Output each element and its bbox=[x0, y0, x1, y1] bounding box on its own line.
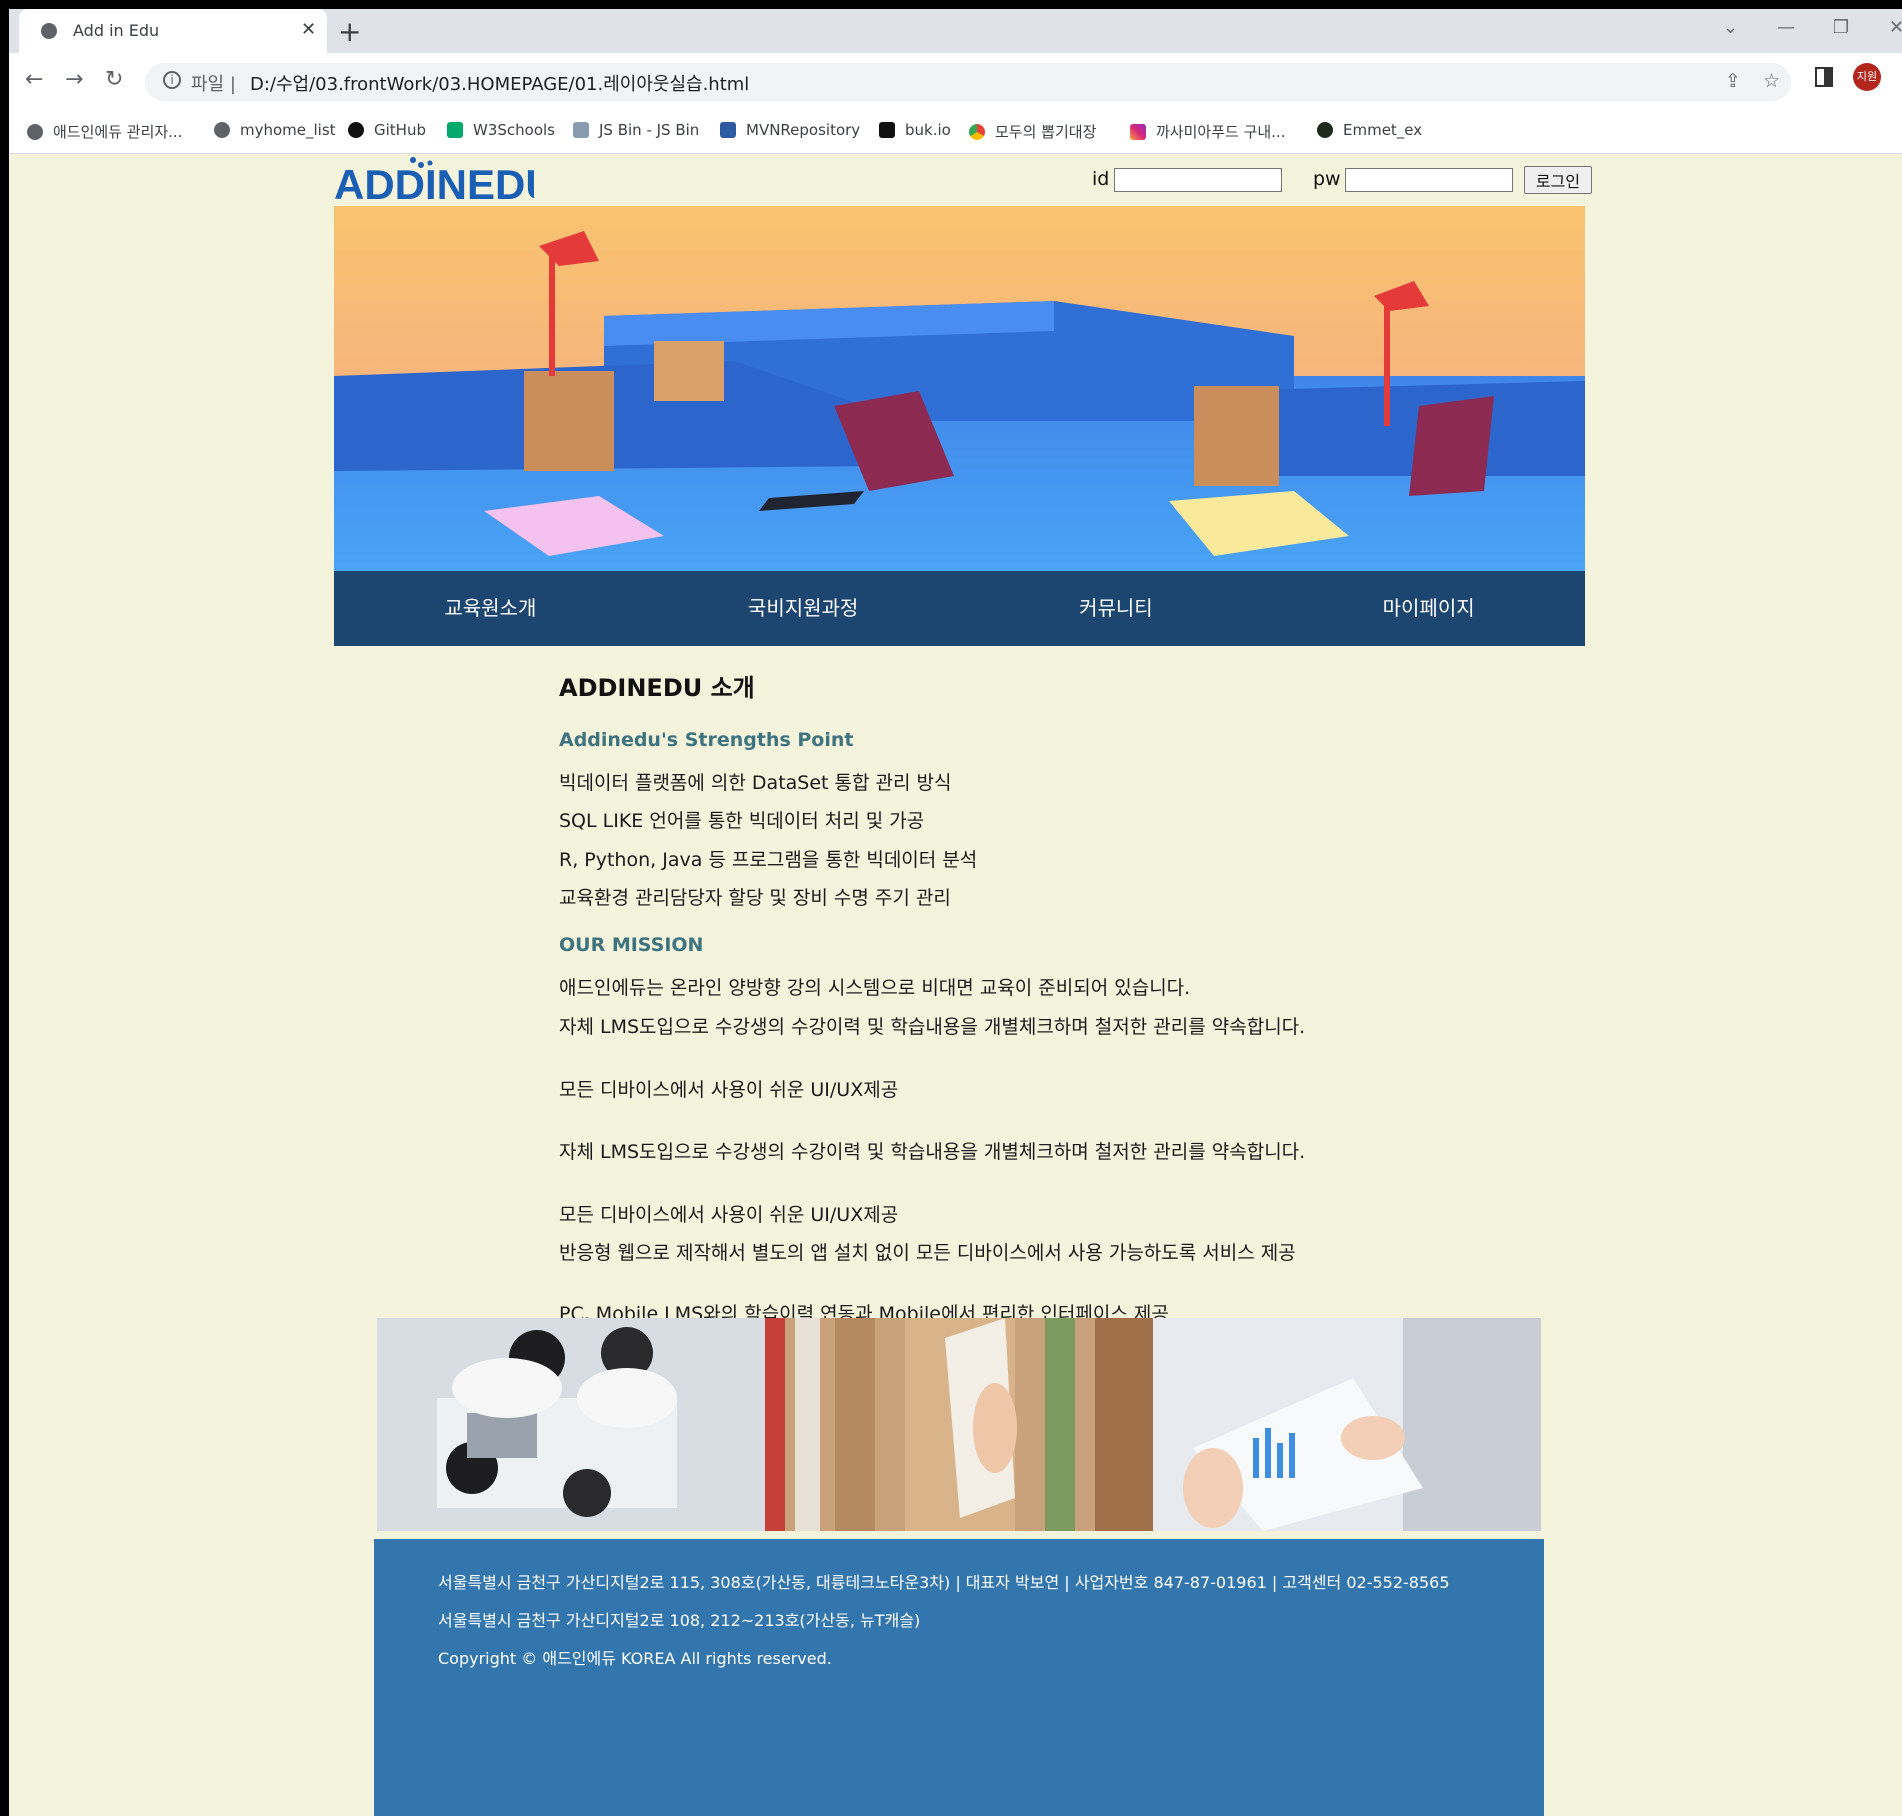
pw-label: pw bbox=[1313, 168, 1341, 190]
footer-address: 서울특별시 금천구 가산디지털2로 108, 212~213호(가산동, 뉴T캐… bbox=[438, 1611, 921, 1630]
logo-dot bbox=[418, 162, 424, 168]
footer: 서울특별시 금천구 가산디지털2로 115, 308호(가산동, 대륭테크노타운… bbox=[374, 1539, 1544, 1816]
browser-tab[interactable]: Add in Edu ✕ bbox=[19, 9, 327, 53]
restore-icon[interactable]: ❐ bbox=[1833, 17, 1849, 38]
instagram-icon bbox=[1130, 124, 1146, 140]
mission-item: 애드인에듀는 온라인 양방향 강의 시스템으로 비대면 교육이 준비되어 있습니… bbox=[559, 977, 1191, 999]
bookmarks-bar: 애드인에듀 관리자... myhome_list GitHub W3School… bbox=[9, 109, 1902, 154]
globe-icon bbox=[27, 124, 43, 140]
menu-icon[interactable]: ⋮ bbox=[1897, 67, 1902, 88]
footer-copyright: Copyright © 애드인에듀 KOREA All rights reser… bbox=[438, 1649, 832, 1668]
browser-toolbar: ← → ↻ i 파일 | D:/수업/03.frontWork/03.HOMEP… bbox=[9, 53, 1902, 109]
logo-dot bbox=[410, 157, 416, 163]
bookmark-item[interactable]: 모두의 뽑기대장 bbox=[969, 121, 1096, 142]
id-label: id bbox=[1092, 168, 1110, 190]
bukio-icon bbox=[879, 122, 895, 138]
strength-item: 교육환경 관리담당자 할당 및 장비 수명 주기 관리 bbox=[559, 887, 951, 909]
mission-heading: OUR MISSION bbox=[559, 934, 704, 956]
side-panel-icon[interactable] bbox=[1815, 67, 1833, 87]
mvn-icon bbox=[720, 122, 736, 138]
mission-item: 반응형 웹으로 제작해서 별도의 앱 설치 없이 모든 디바이스에서 사용 가능… bbox=[559, 1242, 1296, 1264]
bookmark-item[interactable]: JS Bin - JS Bin bbox=[573, 121, 699, 139]
tab-title: Add in Edu bbox=[73, 21, 160, 40]
banner-image bbox=[334, 206, 1585, 571]
share-icon[interactable]: ⇪ bbox=[1725, 70, 1741, 92]
strength-item: R, Python, Java 등 프로그램을 통한 빅데이터 분석 bbox=[559, 849, 978, 871]
emmet-icon bbox=[1317, 122, 1333, 138]
pw-input[interactable] bbox=[1345, 168, 1513, 192]
bookmark-item[interactable]: 까사미아푸드 구내... bbox=[1130, 121, 1285, 142]
bookmark-item[interactable]: MVNRepository bbox=[720, 121, 860, 139]
library-photo bbox=[765, 1318, 1153, 1531]
new-tab-icon[interactable]: + bbox=[338, 15, 361, 48]
footer-address: 서울특별시 금천구 가산디지털2로 115, 308호(가산동, 대륭테크노타운… bbox=[438, 1573, 1450, 1592]
bookmark-item[interactable]: Emmet_ex bbox=[1317, 121, 1422, 139]
github-icon bbox=[348, 122, 364, 138]
bookmark-item[interactable]: buk.io bbox=[879, 121, 951, 139]
meeting-photo bbox=[377, 1318, 765, 1531]
nav-item-community[interactable]: 커뮤니티 bbox=[960, 571, 1273, 646]
logo-dot bbox=[427, 160, 433, 166]
nav-item-courses[interactable]: 국비지원과정 bbox=[647, 571, 960, 646]
back-icon[interactable]: ← bbox=[25, 67, 43, 92]
bookmark-item[interactable]: myhome_list bbox=[214, 121, 336, 139]
bookmark-item[interactable]: 애드인에듀 관리자... bbox=[27, 121, 182, 142]
minimize-icon[interactable]: — bbox=[1777, 17, 1795, 38]
profile-avatar[interactable]: 지원 bbox=[1853, 63, 1881, 91]
mission-item: 자체 LMS도입으로 수강생의 수강이력 및 학습내용을 개별체크하며 철저한 … bbox=[559, 1016, 1306, 1038]
close-tab-icon[interactable]: ✕ bbox=[301, 19, 316, 40]
close-window-icon[interactable]: ✕ bbox=[1889, 17, 1902, 38]
browser-window: Add in Edu ✕ + ⌄ — ❐ ✕ ← → ↻ i 파일 | D:/수… bbox=[9, 9, 1902, 1816]
strength-item: SQL LIKE 언어를 통한 빅데이터 처리 및 가공 bbox=[559, 810, 925, 832]
w3schools-icon bbox=[447, 122, 463, 138]
logo-text: ADDINEDU bbox=[334, 161, 534, 204]
strength-item: 빅데이터 플랫폼에 의한 DataSet 통합 관리 방식 bbox=[559, 772, 952, 794]
bookmark-item[interactable]: GitHub bbox=[348, 121, 426, 139]
mission-item: 모든 디바이스에서 사용이 쉬운 UI/UX제공 bbox=[559, 1079, 899, 1101]
globe-icon bbox=[41, 23, 57, 39]
photo-strip bbox=[377, 1318, 1541, 1531]
globe-icon bbox=[214, 122, 230, 138]
tab-strip: Add in Edu ✕ + ⌄ — ❐ ✕ bbox=[9, 9, 1902, 53]
tablet-chart-photo bbox=[1153, 1318, 1541, 1531]
nav-item-mypage[interactable]: 마이페이지 bbox=[1272, 571, 1585, 646]
strengths-heading: Addinedu's Strengths Point bbox=[559, 729, 854, 751]
page-title: ADDINEDU 소개 bbox=[559, 674, 755, 702]
bookmark-item[interactable]: W3Schools bbox=[447, 121, 555, 139]
chrome-icon bbox=[969, 124, 985, 140]
info-icon[interactable]: i bbox=[163, 71, 181, 89]
addinedu-logo[interactable]: ADDINEDU bbox=[334, 154, 534, 204]
url-text[interactable]: D:/수업/03.frontWork/03.HOMEPAGE/01.레이아웃실습… bbox=[250, 70, 749, 96]
address-bar[interactable]: i 파일 | D:/수업/03.frontWork/03.HOMEPAGE/01… bbox=[145, 63, 1791, 101]
mission-item: 모든 디바이스에서 사용이 쉬운 UI/UX제공 bbox=[559, 1204, 899, 1226]
id-input[interactable] bbox=[1114, 168, 1282, 192]
nav-item-about[interactable]: 교육원소개 bbox=[334, 571, 647, 646]
reload-icon[interactable]: ↻ bbox=[105, 67, 123, 92]
bookmark-star-icon[interactable]: ☆ bbox=[1763, 70, 1780, 92]
forward-icon[interactable]: → bbox=[65, 67, 83, 92]
mission-item: 자체 LMS도입으로 수강생의 수강이력 및 학습내용을 개별체크하며 철저한 … bbox=[559, 1141, 1306, 1163]
web-page: ADDINEDU id pw 로그인 교육원소개 국비지원과정 커뮤니티 마이페… bbox=[9, 154, 1902, 1816]
jsbin-icon bbox=[573, 122, 589, 138]
main-nav: 교육원소개 국비지원과정 커뮤니티 마이페이지 bbox=[334, 571, 1585, 646]
url-scheme: 파일 | bbox=[191, 74, 236, 95]
tab-search-icon[interactable]: ⌄ bbox=[1723, 17, 1738, 38]
login-button[interactable]: 로그인 bbox=[1524, 166, 1592, 194]
